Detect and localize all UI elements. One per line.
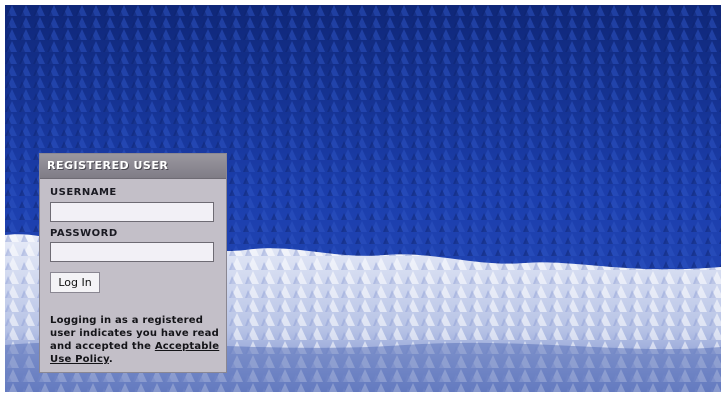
username-label: USERNAME xyxy=(50,187,117,198)
login-button[interactable]: Log In xyxy=(50,272,100,293)
username-input[interactable] xyxy=(50,202,214,222)
panel-header: REGISTERED USER xyxy=(40,154,226,179)
notice-period: . xyxy=(108,354,113,365)
login-panel: REGISTERED USER USERNAME PASSWORD Log In… xyxy=(39,153,227,373)
password-label: PASSWORD xyxy=(50,228,118,239)
password-input[interactable] xyxy=(50,242,214,262)
policy-notice: Logging in as a registered user indicate… xyxy=(50,314,222,366)
